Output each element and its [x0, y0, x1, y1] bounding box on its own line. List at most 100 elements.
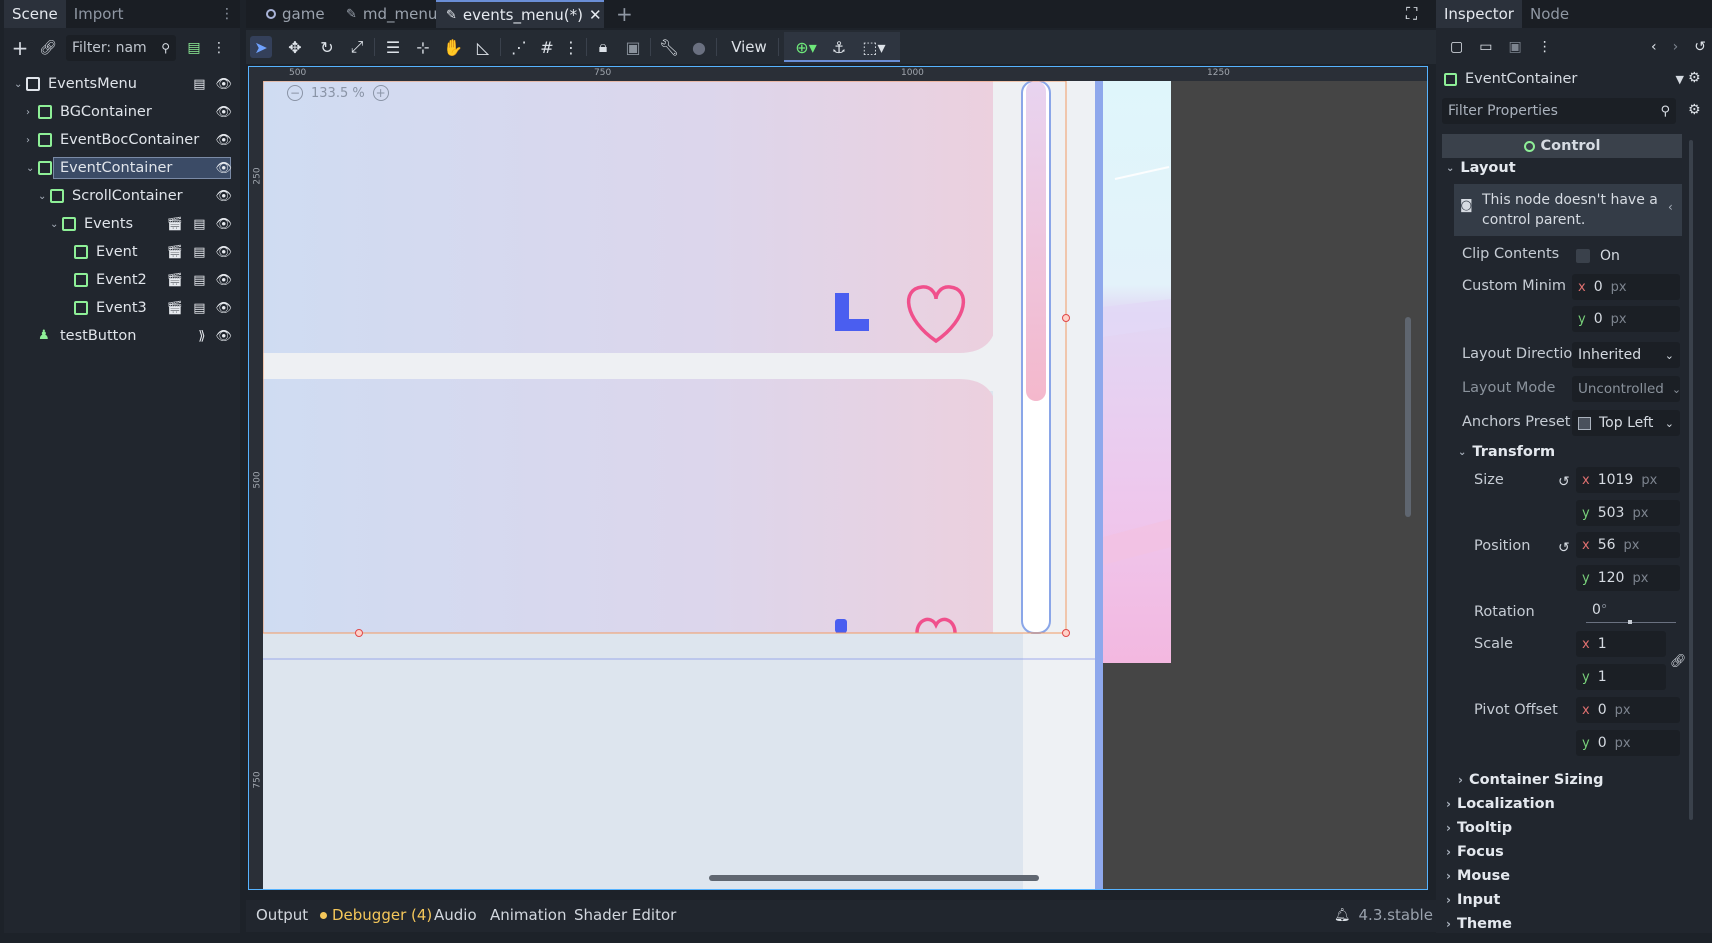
prop-custom-min-y[interactable]: y 0 px — [1572, 306, 1680, 332]
anchor-icon[interactable]: ⚓︎ — [828, 36, 850, 58]
zoom-in-icon[interactable]: + — [372, 85, 389, 101]
rotate-mode-icon[interactable]: ↻ — [316, 36, 338, 58]
lock-icon[interactable]: 🔒︎ — [592, 36, 614, 58]
zoom-level[interactable]: 133.5 % — [311, 86, 365, 101]
tab-animation[interactable]: Animation — [490, 906, 566, 924]
node-selector[interactable]: EventContainer ▼ — [1444, 66, 1684, 92]
section-collapsed[interactable]: › Input — [1446, 892, 1500, 908]
tree-item[interactable]: Event2 🎬︎ ▤ 👁︎ — [4, 267, 240, 293]
prop-layout-direction-select[interactable]: Inherited ⌄ — [1572, 342, 1680, 368]
tab-output[interactable]: Output — [256, 906, 308, 924]
select-mode-icon[interactable]: ➤ — [250, 36, 272, 58]
save-icon[interactable]: ▣ — [1508, 39, 1521, 55]
visibility-eye-icon[interactable]: 👁︎ — [215, 105, 232, 120]
pan-mode-icon[interactable]: ✋ — [442, 36, 464, 58]
add-node-here-icon[interactable]: ⊕▾ — [788, 36, 824, 58]
section-transform[interactable]: ⌄ Transform — [1458, 444, 1555, 460]
scene-more-icon[interactable]: ⋮ — [212, 40, 226, 56]
move-mode-icon[interactable]: ✥ — [284, 36, 306, 58]
view-menu[interactable]: View — [726, 36, 772, 58]
prop-size-x[interactable]: x 1019 px — [1576, 467, 1680, 493]
visibility-eye-icon[interactable]: 👁︎ — [215, 189, 232, 204]
scale-mode-icon[interactable]: ⤢ — [346, 36, 368, 58]
property-tools-icon[interactable]: ⚙ — [1688, 102, 1701, 118]
script-icon[interactable]: ▤ — [193, 77, 205, 92]
prop-clip-contents-checkbox[interactable]: On — [1576, 248, 1620, 264]
visibility-eye-icon[interactable]: 👁︎ — [215, 301, 232, 316]
tab-events-menu[interactable]: ✎ events_menu(*) ✕ — [436, 0, 604, 28]
tab-md-menu[interactable]: ✎ md_menu — [338, 0, 445, 28]
tree-item[interactable]: ⌄ Events 🎬︎ ▤ 👁︎ — [4, 211, 240, 237]
tab-audio[interactable]: Audio — [434, 906, 477, 924]
class-header[interactable]: Control — [1442, 134, 1682, 158]
tab-node[interactable]: Node — [1522, 0, 1577, 28]
object-properties-icon[interactable]: ⚙ — [1688, 70, 1701, 86]
script-icon[interactable]: ▤ — [193, 301, 205, 316]
inspector-more-icon[interactable]: ⋮ — [1538, 39, 1552, 55]
section-collapsed[interactable]: › Localization — [1446, 796, 1555, 812]
reset-icon[interactable]: ↺ — [1558, 474, 1570, 490]
visibility-eye-icon[interactable]: 👁︎ — [215, 273, 232, 288]
section-collapsed[interactable]: › Theme — [1446, 916, 1512, 932]
visibility-eye-icon[interactable]: 👁︎ — [215, 217, 232, 232]
prop-custom-min-x[interactable]: x 0 px — [1572, 274, 1680, 300]
filter-properties-input[interactable]: Filter Properties ⚲ — [1442, 98, 1676, 124]
clapper-icon[interactable]: 🎬︎ — [167, 301, 184, 316]
prop-position-y[interactable]: y 120 px — [1576, 565, 1680, 591]
tab-debugger[interactable]: Debugger (4) — [320, 906, 432, 924]
history-forward-icon[interactable]: › — [1673, 39, 1679, 55]
section-collapsed[interactable]: › Focus — [1446, 844, 1504, 860]
tree-item[interactable]: › BGContainer 👁︎ — [4, 99, 240, 125]
tab-import[interactable]: Import — [66, 0, 132, 28]
new-resource-icon[interactable]: ▢ — [1450, 39, 1463, 55]
prop-scale-x[interactable]: x 1 — [1576, 631, 1666, 657]
open-folder-icon[interactable]: ▭ — [1479, 39, 1492, 55]
visibility-eye-icon[interactable]: 👁︎ — [215, 133, 232, 148]
tree-item[interactable]: ♟ testButton ⟫ 👁︎ — [4, 323, 240, 349]
version-info[interactable]: 🔔︎ 4.3.stable — [1334, 906, 1433, 924]
grid-snap-icon[interactable]: # — [536, 36, 558, 58]
tree-item[interactable]: ⌄ EventsMenu ▤ 👁︎ — [4, 71, 240, 97]
clapper-icon[interactable]: 🎬︎ — [167, 217, 184, 232]
close-icon[interactable]: ✕ — [589, 6, 602, 24]
scene-filter-input[interactable]: Filter: nam ⚲ — [66, 35, 176, 61]
tree-item[interactable]: ⌄ ScrollContainer 👁︎ — [4, 183, 240, 209]
add-node-icon[interactable]: + — [10, 36, 30, 60]
inspector-scrollbar[interactable] — [1689, 140, 1693, 820]
reset-icon[interactable]: ↺ — [1558, 540, 1570, 556]
script-icon[interactable]: ▤ — [193, 273, 205, 288]
chevron-down-icon[interactable]: ⌄ — [14, 79, 26, 90]
distraction-free-icon[interactable]: ⛶ — [1406, 0, 1417, 28]
chevron-down-icon[interactable]: ⌄ — [50, 219, 62, 230]
tree-item[interactable]: Event3 🎬︎ ▤ 👁︎ — [4, 295, 240, 321]
smart-snap-icon[interactable]: ⋰ — [508, 36, 530, 58]
prop-pivot-offset-x[interactable]: x 0 px — [1576, 697, 1680, 723]
container-sizing-icon[interactable]: ⬚▾ — [856, 36, 892, 58]
tab-shader-editor[interactable]: Shader Editor — [574, 906, 676, 924]
tree-item[interactable]: Event 🎬︎ ▤ 👁︎ — [4, 239, 240, 265]
ruler-mode-icon[interactable]: ◺ — [472, 36, 494, 58]
script-icon[interactable]: ▤ — [193, 245, 205, 260]
history-back-icon[interactable]: ‹ — [1651, 39, 1657, 55]
pivot-mode-icon[interactable]: ⊹ — [412, 36, 434, 58]
tab-inspector[interactable]: Inspector — [1436, 0, 1522, 28]
tree-item[interactable]: ⌄ EventContainer 👁︎ — [4, 155, 240, 181]
visibility-eye-icon[interactable]: 👁︎ — [215, 245, 232, 260]
list-select-icon[interactable]: ☰ — [382, 36, 404, 58]
chevron-right-icon[interactable]: › — [26, 107, 38, 118]
chevron-down-icon[interactable]: ⌄ — [38, 191, 50, 202]
add-tab-icon[interactable]: + — [616, 0, 633, 28]
canvas-content[interactable] — [249, 67, 1428, 890]
clapper-icon[interactable]: 🎬︎ — [167, 273, 184, 288]
snap-options-icon[interactable]: ⋮ — [560, 36, 582, 58]
script-icon[interactable]: ▤ — [193, 217, 205, 232]
prop-pivot-offset-y[interactable]: y 0 px — [1576, 730, 1680, 756]
chevron-down-icon[interactable]: ⌄ — [26, 163, 38, 174]
dock-menu-icon[interactable]: ⋮ — [220, 0, 234, 28]
signal-icon[interactable]: ⟫ — [198, 329, 205, 344]
visibility-eye-icon[interactable]: 👁︎ — [215, 161, 232, 176]
canvas-viewport[interactable]: 500 750 1000 1250 250 500 750 − 133.5 % … — [248, 66, 1428, 890]
section-layout[interactable]: ⌄ Layout — [1446, 160, 1516, 176]
prop-position-x[interactable]: x 56 px — [1576, 532, 1680, 558]
tab-scene[interactable]: Scene — [4, 0, 66, 28]
